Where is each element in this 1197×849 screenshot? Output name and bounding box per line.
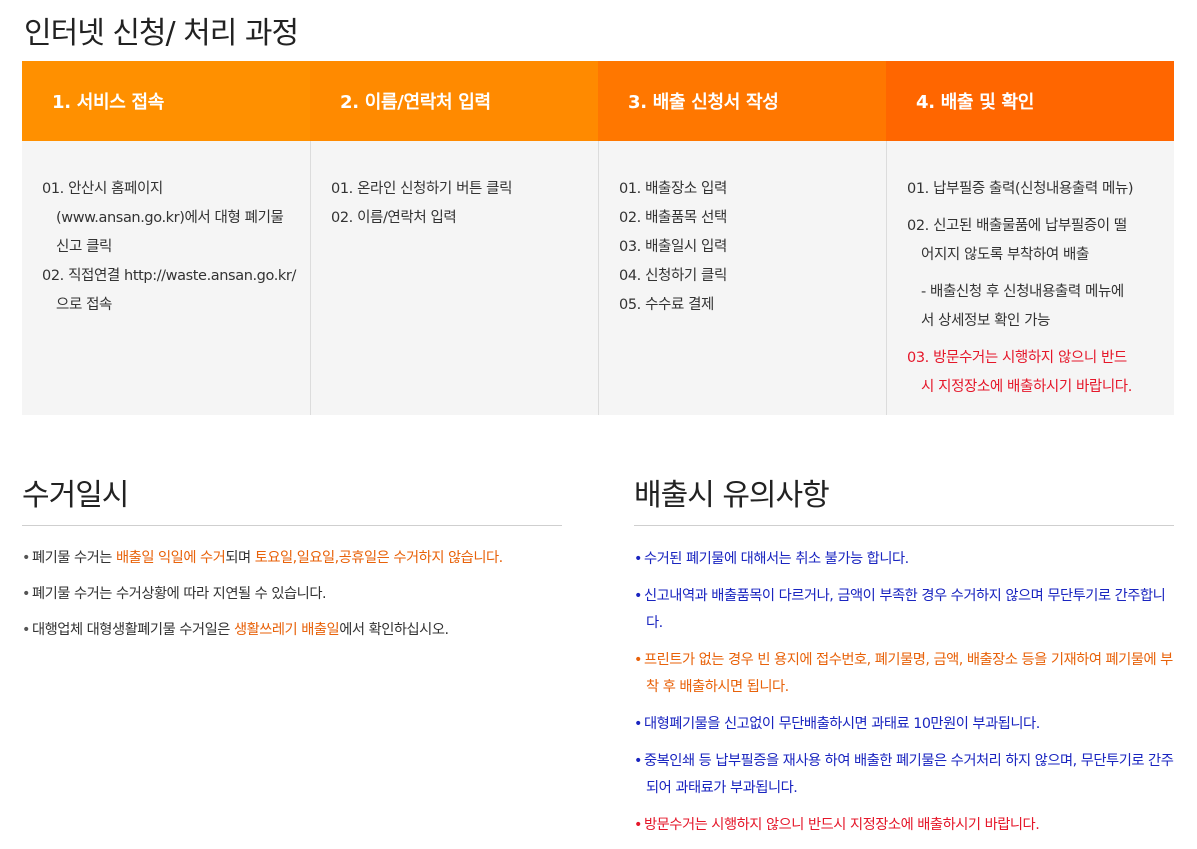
collection-item: • 대행업체 대형생활폐기물 수거일은 생활쓰레기 배출일에서 확인하십시오. — [22, 618, 562, 642]
collection-text: 폐기물 수거는 — [32, 550, 117, 566]
step-4: 4. 배출 및 확인 01. 납부필증 출력(신청내용출력 메뉴) 02. 신고된 … — [886, 61, 1174, 415]
bullet-icon: • — [634, 716, 642, 732]
step-line: 01. 안산시 홈페이지 — [42, 181, 163, 197]
step-line: 04. 신청하기 클릭 — [619, 268, 727, 284]
collection-text: 배출일 익일에 수거 — [116, 550, 226, 566]
step-line: 01. 온라인 신청하기 버튼 클릭 — [331, 181, 513, 197]
caution-item: • 수거된 폐기물에 대해서는 취소 불가능 합니다. — [634, 546, 1174, 573]
step-line: 03. 배출일시 입력 — [619, 239, 727, 255]
step-line: 01. 배출장소 입력 — [619, 181, 727, 197]
step-line: 서 상세정보 확인 가능 — [921, 313, 1051, 329]
step-description: 01. 납부필증 출력(신청내용출력 메뉴) 02. 신고된 배출물품에 납부필증… — [886, 141, 1174, 415]
cautions-title: 배출시 유의사항 — [634, 470, 1174, 526]
collection-item: • 폐기물 수거는 수거상황에 따라 지연될 수 있습니다. — [22, 582, 562, 606]
step-1: 1. 서비스 접속 01. 안산시 홈페이지 (www.ansan.go.kr)에서… — [22, 61, 310, 415]
collection-text: 토요일,일요일,공휴일은 수거하지 않습니다. — [254, 550, 503, 566]
bullet-icon: • — [22, 586, 30, 602]
step-line: (www.ansan.go.kr)에서 대형 폐기물 — [56, 210, 284, 226]
step-3: 3. 배출 신청서 작성 01. 배출장소 입력 02. 배출품목 선택 03. 배출… — [598, 61, 886, 415]
bullet-icon: • — [634, 753, 642, 769]
collection-title: 수거일시 — [22, 470, 562, 526]
step-line: 03. 방문수거는 시행하지 않으니 반드 — [907, 350, 1127, 366]
collection-text: 되며 — [225, 550, 255, 566]
step-line: 01. 납부필증 출력(신청내용출력 메뉴) — [907, 181, 1134, 197]
step-line: 05. 수수료 결제 — [619, 297, 714, 313]
bullet-icon: • — [634, 817, 642, 833]
step-line: 02. 직접연결 http://waste.ansan.go.kr/ — [42, 268, 296, 284]
step-description: 01. 안산시 홈페이지 (www.ansan.go.kr)에서 대형 폐기물신고… — [22, 141, 310, 415]
step-line: - 배출신청 후 신청내용출력 메뉴에 — [921, 284, 1124, 300]
caution-item: • 프린트가 없는 경우 빈 용지에 접수번호, 폐기물명, 금액, 배출장소 등… — [634, 647, 1174, 701]
caution-text: 대형폐기물을 신고없이 무단배출하시면 과태료 10만원이 부과됩니다. — [644, 716, 1040, 732]
bullet-icon: • — [634, 551, 642, 567]
caution-item: • 대형폐기물을 신고없이 무단배출하시면 과태료 10만원이 부과됩니다. — [634, 711, 1174, 738]
step-line: 시 지정장소에 배출하시기 바랍니다. — [921, 379, 1132, 395]
caution-item: • 중복인쇄 등 납부필증을 재사용 하여 배출한 폐기물은 수거처리 하지 않으… — [634, 748, 1174, 802]
step-title: 3. 배출 신청서 작성 — [598, 61, 886, 141]
collection-item: • 폐기물 수거는 배출일 익일에 수거되며 토요일,일요일,공휴일은 수거하지… — [22, 546, 562, 570]
step-line: 어지지 않도록 부착하여 배출 — [921, 247, 1089, 263]
collection-text: 대행업체 대형생활폐기물 수거일은 — [32, 622, 234, 638]
step-title: 4. 배출 및 확인 — [886, 61, 1174, 141]
bullet-icon: • — [634, 652, 642, 668]
collection-section: 수거일시 • 폐기물 수거는 배출일 익일에 수거되며 토요일,일요일,공휴일은… — [22, 470, 562, 654]
collection-text: 폐기물 수거는 수거상황에 따라 지연될 수 있습니다. — [32, 586, 327, 602]
caution-text: 중복인쇄 등 납부필증을 재사용 하여 배출한 폐기물은 수거처리 하지 않으며… — [644, 753, 1174, 796]
bullet-icon: • — [22, 550, 30, 566]
caution-text: 프린트가 없는 경우 빈 용지에 접수번호, 폐기물명, 금액, 배출장소 등을… — [644, 652, 1173, 695]
step-2: 2. 이름/연락처 입력 01. 온라인 신청하기 버튼 클릭 02. 이름/연락처… — [310, 61, 598, 415]
step-title: 2. 이름/연락처 입력 — [310, 61, 598, 141]
step-title: 1. 서비스 접속 — [22, 61, 310, 141]
caution-item: • 신고내역과 배출품목이 다르거나, 금액이 부족한 경우 수거하지 않으며 무… — [634, 583, 1174, 637]
step-line: 02. 신고된 배출물품에 납부필증이 떨 — [907, 218, 1127, 234]
step-line: 으로 접속 — [56, 297, 112, 313]
cautions-section: 배출시 유의사항 • 수거된 폐기물에 대해서는 취소 불가능 합니다. • 신고내역… — [634, 470, 1174, 849]
step-line: 02. 이름/연락처 입력 — [331, 210, 457, 226]
step-description: 01. 온라인 신청하기 버튼 클릭 02. 이름/연락처 입력 — [310, 141, 598, 415]
page-title: 인터넷 신청/ 처리 과정 — [24, 16, 299, 51]
bullet-icon: • — [22, 622, 30, 638]
collection-list: • 폐기물 수거는 배출일 익일에 수거되며 토요일,일요일,공휴일은 수거하지… — [22, 526, 562, 642]
bullet-icon: • — [634, 588, 642, 604]
step-line: 02. 배출품목 선택 — [619, 210, 727, 226]
collection-text: 에서 확인하십시오. — [339, 622, 449, 638]
process-steps: 1. 서비스 접속 01. 안산시 홈페이지 (www.ansan.go.kr)에서… — [22, 61, 1174, 415]
cautions-list: • 수거된 폐기물에 대해서는 취소 불가능 합니다. • 신고내역과 배출품목이 다… — [634, 526, 1174, 839]
caution-text: 방문수거는 시행하지 않으니 반드시 지정장소에 배출하시기 바랍니다. — [644, 817, 1040, 833]
collection-text: 생활쓰레기 배출일 — [233, 622, 340, 638]
step-description: 01. 배출장소 입력 02. 배출품목 선택 03. 배출일시 입력 04. 신청하… — [598, 141, 886, 415]
caution-text: 수거된 폐기물에 대해서는 취소 불가능 합니다. — [644, 551, 909, 567]
caution-text: 신고내역과 배출품목이 다르거나, 금액이 부족한 경우 수거하지 않으며 무단… — [644, 588, 1166, 631]
caution-item: • 방문수거는 시행하지 않으니 반드시 지정장소에 배출하시기 바랍니다. — [634, 812, 1174, 839]
step-line: 신고 클릭 — [56, 239, 112, 255]
